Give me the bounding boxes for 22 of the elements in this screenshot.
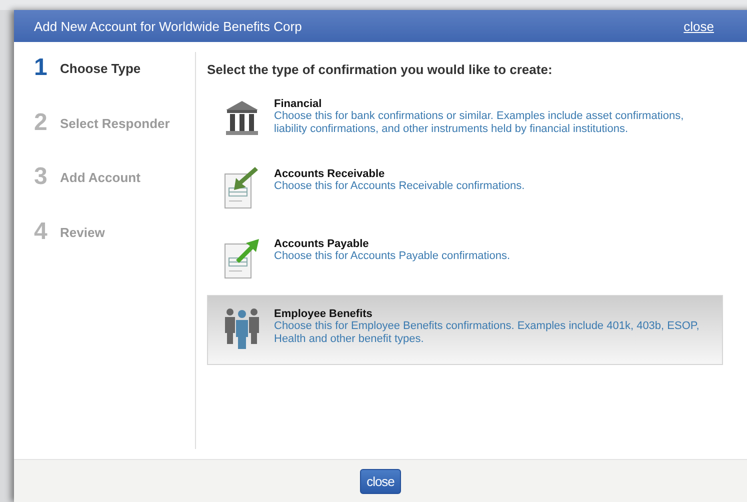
option-title: Accounts Payable bbox=[274, 238, 370, 250]
close-button[interactable]: close bbox=[360, 468, 402, 494]
option-title: Employee Benefits bbox=[274, 308, 374, 320]
option-description: Choose this for Employee Benefits confirmations. Examples include 401k, 403b, ESOP, Health and other benefit types. bbox=[274, 320, 700, 346]
dialog-title: Add New Account for Worldwide Benefits Corp bbox=[34, 18, 302, 34]
option-description: Choose this for bank confirmations or similar. Examples include asset confirmations, liability confirmations, and other instruments held by financial institutions. bbox=[274, 110, 685, 136]
invoice-arrow-out-icon bbox=[222, 236, 262, 280]
wizard-step: 2 Select Responder bbox=[14, 108, 195, 163]
people-icon bbox=[222, 306, 262, 350]
section-heading: Select the type of confirmation you would like to create: bbox=[207, 62, 554, 77]
close-link[interactable]: close bbox=[684, 18, 714, 34]
option-title: Accounts Receivable bbox=[274, 168, 386, 180]
wizard-step: 4 Review bbox=[14, 218, 195, 272]
option-description: Choose this for Accounts Payable confirmations. bbox=[274, 250, 512, 263]
option-description: Choose this for Accounts Receivable confirmations. bbox=[274, 180, 526, 193]
option-card[interactable]: Accounts Payable Choose this for Accounts Payable confirmations. bbox=[207, 225, 723, 295]
option-card[interactable]: Accounts Receivable Choose this for Accounts Receivable confirmations. bbox=[207, 155, 723, 225]
wizard-step: 3 Add Account bbox=[14, 163, 195, 218]
wizard-step: 1 Choose Type bbox=[14, 54, 195, 108]
option-card[interactable]: Employee Benefits Choose this for Employee Benefits confirmations. Examples include 401k, 403b, ESOP, Health and other benefit types. bbox=[207, 295, 723, 365]
option-card[interactable]: Financial Choose this for bank confirmations or similar. Examples include asset confirmations, liability confirmations, and other instruments held by financial institutions. bbox=[207, 85, 723, 155]
option-title: Financial bbox=[274, 98, 323, 110]
